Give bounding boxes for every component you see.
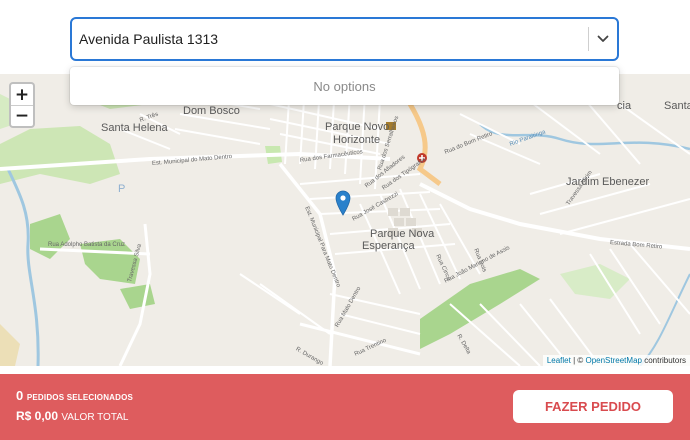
- total-value: R$ 0,00: [16, 409, 59, 423]
- app-page: Avenida Paulista 1313 No options P Santa…: [0, 0, 690, 440]
- total-label: VALOR TOTAL: [61, 412, 129, 423]
- total-line: R$ 0,00 VALOR TOTAL: [16, 409, 133, 423]
- map-label: cia: [617, 100, 632, 112]
- zoom-in-button[interactable]: +: [11, 84, 33, 105]
- map-label: Santa: [664, 100, 690, 112]
- place-order-button[interactable]: FAZER PEDIDO: [513, 390, 673, 423]
- map-attribution: Leaflet | © OpenStreetMap contributors: [542, 355, 690, 366]
- order-footer: 0 PEDIDOS SELECIONADOS R$ 0,00 VALOR TOT…: [0, 374, 690, 440]
- attribution-separator: | ©: [570, 356, 586, 365]
- map[interactable]: P Santa Helena Dom Bosco Parque Novo Hor…: [0, 74, 690, 366]
- map-label: Parque Novo: [325, 121, 390, 133]
- svg-text:P: P: [118, 183, 125, 195]
- no-options-message: No options: [313, 78, 376, 94]
- selected-count-line: 0 PEDIDOS SELECIONADOS: [16, 388, 133, 403]
- order-summary: 0 PEDIDOS SELECIONADOS R$ 0,00 VALOR TOT…: [16, 388, 133, 423]
- zoom-out-button[interactable]: −: [11, 105, 33, 126]
- select-dropdown-menu: No options: [70, 67, 619, 105]
- selected-count-label: PEDIDOS SELECIONADOS: [26, 393, 134, 402]
- chevron-down-icon[interactable]: [589, 19, 617, 59]
- street-label: Rua Adolpho Batista da Cruz: [48, 242, 126, 248]
- attribution-suffix: contributors: [641, 356, 686, 365]
- map-label: Horizonte: [333, 134, 381, 146]
- map-label: Dom Bosco: [183, 105, 240, 117]
- address-input[interactable]: Avenida Paulista 1313: [72, 31, 588, 47]
- map-pin-icon[interactable]: [335, 190, 351, 221]
- map-label: Parque Nova: [370, 228, 435, 240]
- map-label: Santa Helena: [101, 122, 168, 134]
- selected-count: 0: [16, 388, 24, 403]
- zoom-control: + −: [9, 82, 35, 128]
- leaflet-link[interactable]: Leaflet: [547, 356, 571, 365]
- osm-link[interactable]: OpenStreetMap: [585, 356, 641, 365]
- address-select[interactable]: Avenida Paulista 1313: [70, 17, 619, 61]
- map-label: Esperança: [362, 240, 415, 252]
- search-bar-area: Avenida Paulista 1313: [0, 0, 690, 74]
